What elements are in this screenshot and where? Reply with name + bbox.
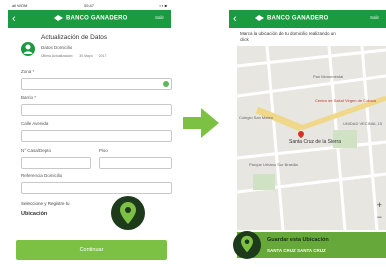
barrio-field[interactable] bbox=[21, 104, 172, 116]
barrio-label: Barrio * bbox=[21, 95, 37, 100]
last-update: Última Actualización: 30 Mayo 2017 bbox=[41, 54, 107, 58]
map-pin-icon bbox=[120, 202, 136, 224]
user-icon bbox=[21, 42, 35, 56]
piso-field[interactable] bbox=[99, 157, 172, 169]
form-screen: all WOM 09:47 ▪ ▪ ■ ‹ BANCO GANADERO Sal… bbox=[8, 0, 172, 278]
save-pin-button[interactable] bbox=[233, 231, 261, 259]
top-bar-map: ‹ BANCO GANADERO Salir bbox=[229, 10, 386, 28]
page-title: Actualización de Datos bbox=[41, 34, 108, 41]
back-icon[interactable]: ‹ bbox=[233, 12, 237, 26]
save-title: Guardar esta Ubicación bbox=[267, 237, 329, 243]
referencia-field[interactable] bbox=[21, 182, 172, 194]
map-label: Parque Urbano Sur Brasilla bbox=[249, 162, 298, 167]
casa-field[interactable] bbox=[21, 157, 91, 169]
battery-text: ▪ ▪ ■ bbox=[159, 3, 167, 8]
zone-field[interactable] bbox=[21, 78, 172, 90]
brand-logo: BANCO GANADERO bbox=[54, 15, 127, 22]
map-label: Pan Monumental bbox=[313, 74, 344, 79]
location-label: Ubicación bbox=[21, 211, 48, 217]
map-pin-icon bbox=[241, 235, 253, 253]
check-icon bbox=[163, 81, 169, 87]
zoom-out-button[interactable]: − bbox=[377, 212, 382, 222]
brand-mark-icon bbox=[54, 15, 63, 21]
selected-address: SANTA CRUZ SANTA CRUZ bbox=[267, 248, 326, 253]
zone-label: Zona * bbox=[21, 69, 35, 74]
map-roads bbox=[237, 46, 386, 230]
calle-field[interactable] bbox=[21, 130, 172, 142]
section-subtitle: Datos Domicilio bbox=[41, 45, 73, 50]
casa-label: N° Casa/Depto bbox=[21, 148, 52, 153]
exit-link[interactable]: Salir bbox=[155, 15, 164, 20]
arrow-right-icon bbox=[183, 108, 219, 138]
brand-logo: BANCO GANADERO bbox=[255, 15, 328, 22]
zoom-in-button[interactable]: + bbox=[377, 200, 382, 210]
status-bar: all WOM 09:47 ▪ ▪ ■ bbox=[8, 0, 171, 10]
map-label: UNIDAD VECINAL 15 bbox=[343, 121, 382, 126]
location-hint: Seleccione y Registre tu bbox=[21, 201, 70, 206]
clock-text: 09:47 bbox=[84, 3, 95, 8]
map-label: Santa Cruz de la Sierra bbox=[289, 139, 341, 145]
map-view[interactable]: Pan Monumental Centro de Salud Virgen de… bbox=[237, 46, 386, 230]
map-label: Centro de Salud Virgen de Cotoca bbox=[315, 98, 376, 103]
map-label: Colegio San Mateo bbox=[239, 115, 274, 120]
calle-label: Calle Avenida bbox=[21, 121, 49, 126]
referencia-label: Referencia Domicilio bbox=[21, 173, 63, 178]
exit-link[interactable]: Salir bbox=[370, 15, 379, 20]
brand-mark-icon bbox=[255, 15, 264, 21]
location-pin-button[interactable] bbox=[111, 196, 145, 230]
piso-label: Piso bbox=[99, 148, 108, 153]
continue-button[interactable]: Continuar bbox=[16, 240, 167, 260]
carrier-text: all WOM bbox=[12, 3, 28, 8]
top-bar: ‹ BANCO GANADERO Salir bbox=[8, 10, 171, 28]
map-instruction: Marca la ubicación de tu domicilio reali… bbox=[240, 31, 336, 42]
back-icon[interactable]: ‹ bbox=[12, 12, 16, 26]
